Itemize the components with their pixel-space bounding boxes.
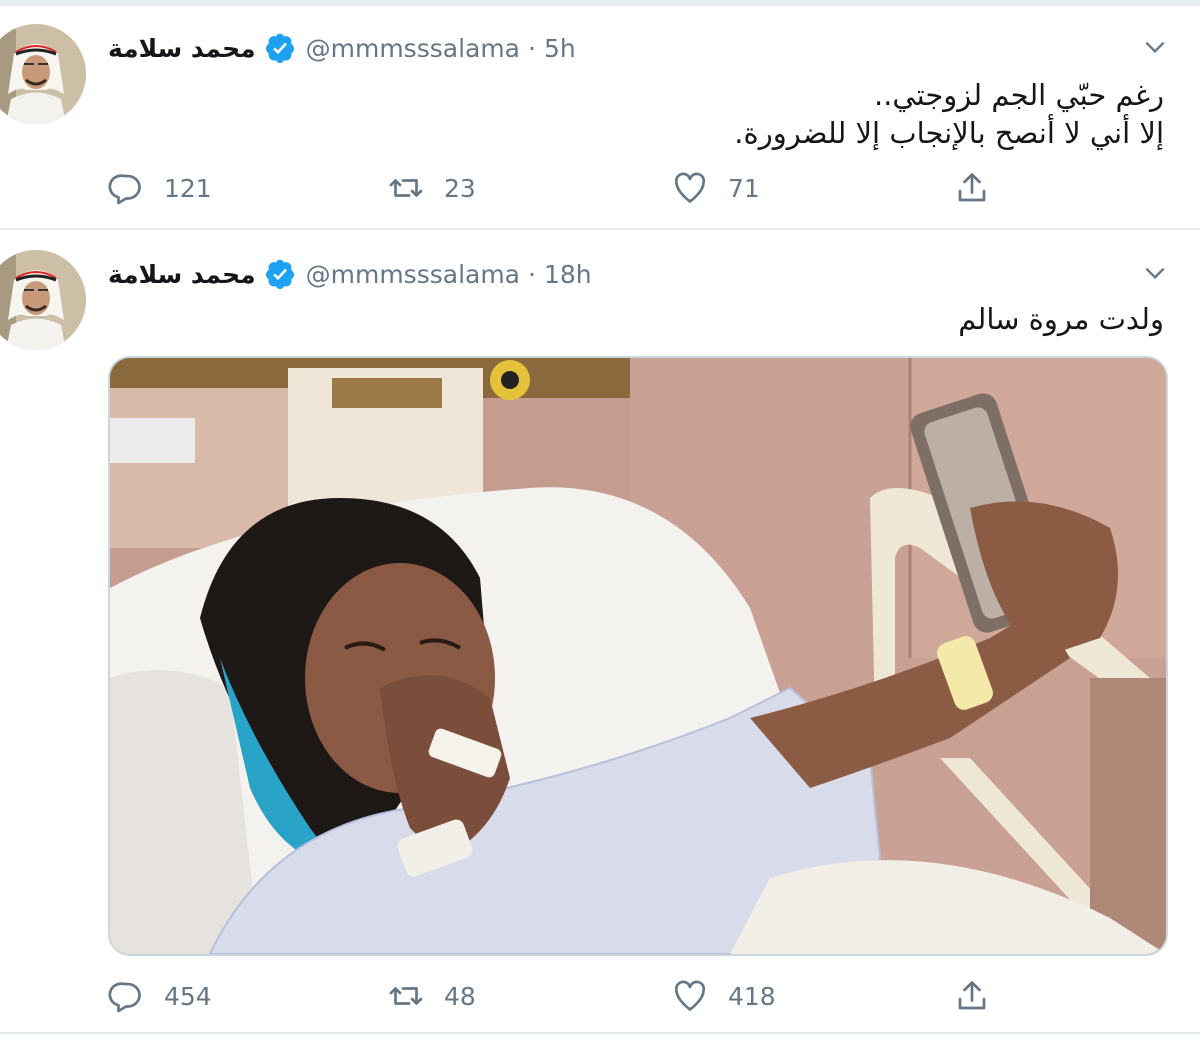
tweet-text-line: رغم حبّي الجم لزوجتي.. <box>873 78 1164 112</box>
like-count: 418 <box>728 981 776 1011</box>
retweet-icon <box>389 179 423 197</box>
tweet-header: محمد سلامة @mmmsssalama · 18h <box>108 254 592 294</box>
timeline-feed: محمد سلامة @mmmsssalama · 5h رغم حبّي ال… <box>0 0 1200 1064</box>
reply-icon <box>108 982 141 1013</box>
reply-button[interactable]: 454 <box>108 976 212 1016</box>
verified-badge-icon <box>265 33 294 64</box>
reply-count: 121 <box>164 173 212 203</box>
retweet-count: 48 <box>444 981 476 1011</box>
reply-count: 454 <box>164 981 212 1011</box>
avatar[interactable] <box>0 24 86 124</box>
avatar[interactable] <box>0 250 86 350</box>
tweet-actions: 454 48 418 <box>108 976 1008 1016</box>
author-name[interactable]: محمد سلامة <box>108 260 256 289</box>
like-button[interactable]: 71 <box>672 168 760 208</box>
tweet-text: ولدت مروة سالم <box>958 300 1164 338</box>
tweet-timestamp[interactable]: 5h <box>544 34 576 63</box>
retweet-button[interactable]: 23 <box>388 168 476 208</box>
retweet-button[interactable]: 48 <box>388 976 476 1016</box>
tweet-header: محمد سلامة @mmmsssalama · 5h <box>108 28 576 68</box>
tweet-text-line: إلا أني لا أنصح بالإنجاب إلا للضرورة. <box>734 116 1164 150</box>
author-handle[interactable]: @mmmsssalama <box>306 34 520 63</box>
retweet-icon <box>389 987 423 1005</box>
tweet-actions: 121 23 71 <box>108 168 1008 208</box>
retweet-count: 23 <box>444 173 476 203</box>
tweet[interactable]: محمد سلامة @mmmsssalama · 18h ولدت مروة … <box>0 232 1200 1034</box>
heart-icon <box>674 172 706 203</box>
author-name[interactable]: محمد سلامة <box>108 34 256 63</box>
separator-dot: · <box>528 259 536 289</box>
like-count: 71 <box>728 173 760 203</box>
tweet-text: رغم حبّي الجم لزوجتي.. إلا أني لا أنصح ب… <box>734 76 1164 152</box>
tweet-text-line: ولدت مروة سالم <box>958 302 1164 336</box>
share-button[interactable] <box>954 976 990 1016</box>
verified-badge-icon <box>265 259 294 290</box>
tweet[interactable]: محمد سلامة @mmmsssalama · 5h رغم حبّي ال… <box>0 6 1200 230</box>
reply-button[interactable]: 121 <box>108 168 212 208</box>
chevron-down-icon[interactable] <box>1142 260 1168 286</box>
tweet-timestamp[interactable]: 18h <box>544 260 592 289</box>
chevron-down-icon[interactable] <box>1142 34 1168 60</box>
tweet-photo[interactable] <box>108 356 1168 956</box>
reply-icon <box>108 174 141 205</box>
author-handle[interactable]: @mmmsssalama <box>306 260 520 289</box>
photo-illustration <box>110 358 1166 954</box>
share-icon <box>958 981 986 1010</box>
share-button[interactable] <box>954 168 990 208</box>
heart-icon <box>674 980 706 1011</box>
share-icon <box>958 173 986 202</box>
separator-dot: · <box>528 33 536 63</box>
like-button[interactable]: 418 <box>672 976 776 1016</box>
